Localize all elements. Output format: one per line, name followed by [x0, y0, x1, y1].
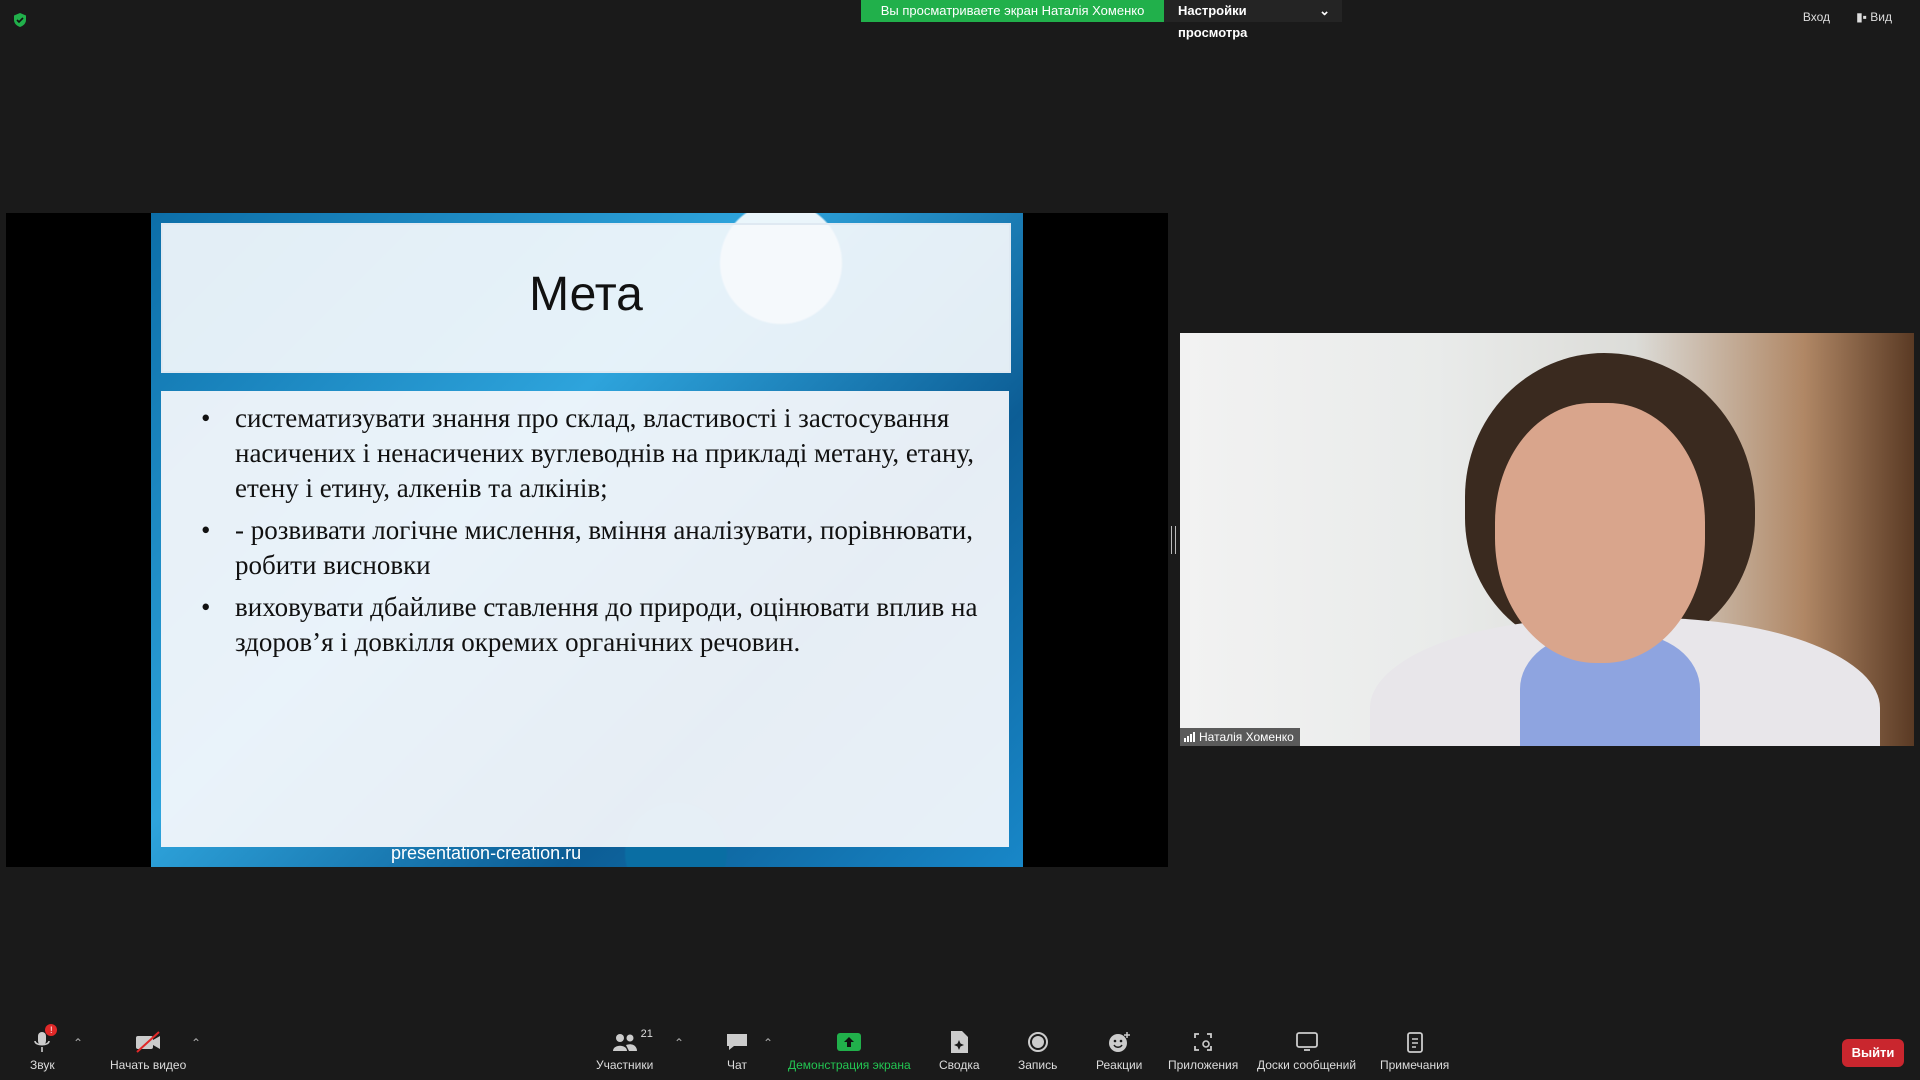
participants-count: 21	[640, 1028, 653, 1040]
slide-bullet: • систематизувати знання про склад, власт…	[201, 401, 981, 506]
slide-bullet: • виховувати дбайливе ставлення до природ…	[201, 590, 981, 660]
signal-strength-icon	[1184, 732, 1195, 742]
video-off-icon	[136, 1031, 161, 1053]
meeting-toolbar: ! Звук ⌃ Начать видео ⌃ 21 Участники ⌃ Ч…	[0, 1020, 1920, 1080]
chevron-down-icon: ⌄	[1319, 3, 1330, 18]
view-layout-icon: ▮▪	[1856, 10, 1867, 24]
presentation-slide: Мета • систематизувати знання про склад, …	[151, 213, 1023, 867]
view-settings-label: Настройки просмотра	[1178, 3, 1248, 40]
notes-icon	[1406, 1032, 1423, 1053]
share-screen-icon	[837, 1033, 862, 1051]
shared-screen[interactable]: Мета • систематизувати знання про склад, …	[6, 213, 1168, 867]
chat-label: Чат	[727, 1058, 747, 1072]
leave-meeting-button[interactable]: Выйти	[1842, 1039, 1904, 1067]
slide-bullet-list: • систематизувати знання про склад, власт…	[201, 401, 981, 667]
viewing-screen-label: Вы просматриваете экран Наталія Хоменко	[861, 0, 1164, 22]
summary-label: Сводка	[939, 1058, 980, 1072]
bullet-icon: •	[201, 515, 211, 545]
bullet-icon: •	[201, 403, 211, 433]
audio-options-caret[interactable]: ⌃	[73, 1036, 83, 1050]
chat-bubble-icon	[727, 1034, 747, 1050]
apps-grid-icon	[1194, 1033, 1213, 1051]
audio-button[interactable]: ! Звук	[30, 1024, 58, 1072]
video-label: Начать видео	[110, 1058, 187, 1072]
notes-button[interactable]: Примечания	[1380, 1030, 1449, 1072]
chat-button[interactable]: Чат	[725, 1030, 749, 1072]
participant-name: Наталія Хоменко	[1199, 730, 1294, 744]
participants-label: Участники	[596, 1058, 654, 1072]
participant-face	[1495, 403, 1705, 663]
whiteboard-icon	[1295, 1032, 1318, 1051]
slide-footer-url: presentation-creation.ru	[391, 843, 582, 863]
whiteboards-label: Доски сообщений	[1257, 1058, 1357, 1072]
security-shield-icon[interactable]	[12, 12, 28, 28]
whiteboards-button[interactable]: Доски сообщений	[1257, 1030, 1356, 1072]
summary-doc-icon	[951, 1031, 969, 1053]
view-label: Вид	[1870, 10, 1892, 24]
summary-button[interactable]: Сводка	[939, 1030, 980, 1072]
participant-video[interactable]: Наталія Хоменко	[1180, 333, 1914, 746]
bullet-text: - розвивати логічне мислення, вміння ана…	[235, 515, 973, 580]
video-options-caret[interactable]: ⌃	[191, 1036, 201, 1050]
view-settings-button[interactable]: Настройки просмотра ⌄	[1164, 0, 1342, 40]
slide-title: Мета	[529, 268, 643, 321]
audio-warning-badge: !	[45, 1024, 58, 1036]
start-video-button[interactable]: Начать видео	[110, 1030, 186, 1072]
slide-title-box: Мета	[161, 223, 1011, 373]
notes-label: Примечания	[1380, 1058, 1450, 1072]
slide-body: • систематизувати знання про склад, власт…	[161, 391, 1009, 847]
record-icon	[1027, 1032, 1048, 1052]
screen-share-banner: Вы просматриваете экран Наталія Хоменко …	[861, 0, 1342, 40]
participants-button[interactable]: 21 Участники	[596, 1028, 654, 1072]
bullet-text: систематизувати знання про склад, власти…	[235, 403, 974, 503]
participants-icon	[612, 1034, 637, 1051]
record-label: Запись	[1018, 1058, 1058, 1072]
slide-bullet: • - розвивати логічне мислення, вміння ан…	[201, 513, 981, 583]
splitter-handle[interactable]	[1171, 526, 1176, 554]
audio-label: Звук	[30, 1058, 55, 1072]
bullet-icon: •	[201, 592, 211, 622]
participants-options-caret[interactable]: ⌃	[674, 1036, 684, 1050]
chat-options-caret[interactable]: ⌃	[763, 1036, 773, 1050]
share-screen-label: Демонстрация экрана	[788, 1058, 911, 1072]
participant-name-tag: Наталія Хоменко	[1180, 728, 1300, 746]
reactions-label: Реакции	[1096, 1058, 1143, 1072]
reactions-button[interactable]: Реакции	[1096, 1030, 1142, 1072]
reactions-smiley-icon	[1109, 1032, 1131, 1052]
signin-button[interactable]: Вход	[1803, 10, 1830, 24]
share-screen-button[interactable]: Демонстрация экрана	[788, 1030, 911, 1072]
apps-label: Приложения	[1168, 1058, 1239, 1072]
apps-button[interactable]: Приложения	[1168, 1030, 1238, 1072]
view-button[interactable]: ▮▪ Вид	[1856, 10, 1892, 24]
bullet-text: виховувати дбайливе ставлення до природи…	[235, 592, 978, 657]
record-button[interactable]: Запись	[1018, 1030, 1057, 1072]
